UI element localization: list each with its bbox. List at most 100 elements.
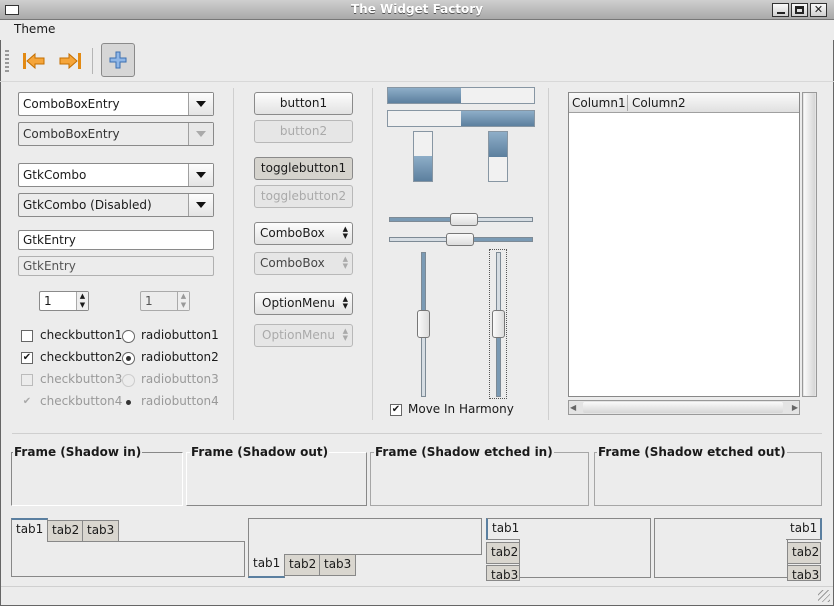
progress-v2-fill bbox=[489, 132, 507, 157]
combo-entry-1-arrow[interactable] bbox=[188, 93, 213, 115]
button1[interactable]: button1 bbox=[254, 92, 353, 115]
minimize-button[interactable] bbox=[772, 3, 789, 17]
notebook-right-tab1[interactable]: tab1 bbox=[786, 518, 822, 540]
checkbutton1[interactable] bbox=[21, 330, 33, 342]
toolbar-separator bbox=[92, 48, 93, 74]
notebook-left-tab2[interactable]: tab2 bbox=[486, 542, 520, 564]
notebook-top-tab1[interactable]: tab1 bbox=[11, 518, 49, 542]
toolbar-grip[interactable] bbox=[5, 50, 9, 74]
tree-vscroll-thumb[interactable] bbox=[804, 93, 815, 396]
optionmenu-2: OptionMenu ▲ ▼ bbox=[254, 324, 353, 347]
frame-shadow-etched-out bbox=[594, 452, 822, 506]
combo-entry-1[interactable]: ComboBoxEntry bbox=[18, 92, 214, 116]
vscale-1-slider[interactable] bbox=[417, 310, 430, 338]
chevron-down-icon bbox=[196, 101, 206, 107]
progress-h1-fill bbox=[388, 88, 461, 103]
combobox-1[interactable]: ComboBox ▲ ▼ bbox=[254, 222, 353, 245]
notebook-right-tab3[interactable]: tab3 bbox=[787, 565, 821, 581]
notebook-left-pane bbox=[519, 518, 651, 578]
optionmenu-1[interactable]: OptionMenu ▲ ▼ bbox=[254, 292, 353, 315]
scroll-left-icon[interactable]: ◀ bbox=[570, 403, 576, 412]
checkbutton2[interactable]: ✔ bbox=[21, 352, 33, 364]
combo-entry-2: ComboBoxEntry bbox=[18, 122, 214, 146]
checkbutton3-label: checkbutton3 bbox=[40, 372, 123, 386]
tree-vscrollbar[interactable] bbox=[802, 92, 817, 397]
gtkcombo-1-arrow[interactable] bbox=[188, 164, 213, 186]
tree-hscrollbar[interactable]: ◀ ▶ bbox=[568, 400, 800, 415]
notebook-bottom-pane bbox=[248, 518, 482, 555]
radiobutton3 bbox=[122, 374, 135, 387]
notebook-right-tab2[interactable]: tab2 bbox=[787, 542, 821, 564]
progress-bar-h2 bbox=[387, 110, 535, 127]
progress-bar-v1 bbox=[413, 131, 433, 182]
notebook-bottom-tab3[interactable]: tab3 bbox=[319, 554, 357, 576]
optionmenu-1-label[interactable]: OptionMenu bbox=[262, 296, 335, 310]
spin-2-value: 1 bbox=[145, 294, 153, 308]
checkbutton1-label[interactable]: checkbutton1 bbox=[40, 328, 122, 342]
notebook-top-tab3[interactable]: tab3 bbox=[82, 520, 120, 542]
column-separator-2 bbox=[372, 88, 373, 420]
checkbutton2-label[interactable]: checkbutton2 bbox=[40, 350, 122, 364]
radiobutton1[interactable] bbox=[122, 330, 135, 343]
resize-grip-icon[interactable] bbox=[818, 590, 830, 602]
frame-shadow-etched-in bbox=[370, 452, 589, 506]
frame-shadow-in bbox=[11, 452, 183, 506]
radiobutton2[interactable] bbox=[122, 352, 135, 365]
gtkcombo-1[interactable]: GtkCombo bbox=[18, 163, 214, 187]
maximize-button[interactable] bbox=[791, 3, 808, 17]
column-separator-3 bbox=[548, 88, 549, 420]
move-in-harmony-label[interactable]: Move In Harmony bbox=[408, 402, 514, 416]
add-button[interactable] bbox=[101, 43, 135, 77]
tree-view[interactable] bbox=[568, 92, 800, 397]
move-in-harmony-check[interactable]: ✔ bbox=[390, 404, 402, 416]
hscale-2-slider[interactable] bbox=[446, 233, 474, 246]
spin-button-1[interactable]: 1 ▲ ▼ bbox=[39, 291, 89, 311]
chevron-down-icon bbox=[196, 202, 206, 208]
radiobutton2-label[interactable]: radiobutton2 bbox=[141, 350, 219, 364]
radiobutton1-label[interactable]: radiobutton1 bbox=[141, 328, 219, 342]
spin-button-2: 1 ▲ ▼ bbox=[140, 291, 190, 311]
gtkcombo-1-text[interactable]: GtkCombo bbox=[23, 168, 86, 182]
notebook-top-tab2[interactable]: tab2 bbox=[47, 520, 85, 542]
scroll-right-icon[interactable]: ▶ bbox=[792, 403, 798, 412]
maximize-icon bbox=[795, 6, 804, 14]
forward-button[interactable] bbox=[54, 45, 86, 77]
checkbutton4-label: checkbutton4 bbox=[40, 394, 123, 408]
togglebutton1[interactable]: togglebutton1 bbox=[254, 157, 353, 180]
checkbutton4: ✔ bbox=[21, 396, 33, 408]
tree-column1-header[interactable]: Column1 bbox=[572, 96, 626, 110]
radiobutton3-label: radiobutton3 bbox=[141, 372, 219, 386]
window-title: The Widget Factory bbox=[350, 2, 484, 16]
back-button[interactable] bbox=[18, 45, 50, 77]
notebook-left-tab3[interactable]: tab3 bbox=[486, 565, 520, 581]
spin-1-value[interactable]: 1 bbox=[44, 294, 52, 308]
menu-theme[interactable]: Theme bbox=[14, 22, 55, 36]
frame-shadow-in-label: Frame (Shadow in) bbox=[13, 445, 143, 459]
spin-1-arrows[interactable]: ▲ ▼ bbox=[76, 292, 88, 310]
spin-2-arrows: ▲ ▼ bbox=[177, 292, 189, 310]
column-separator-1 bbox=[233, 88, 234, 420]
frame-shadow-etched-out-label: Frame (Shadow etched out) bbox=[597, 445, 787, 459]
progress-v1-fill bbox=[414, 156, 432, 181]
progress-bar-v2 bbox=[488, 131, 508, 182]
tree-column2-header[interactable]: Column2 bbox=[632, 96, 686, 110]
combo-entry-2-arrow bbox=[188, 123, 213, 145]
notebook-bottom-tab2[interactable]: tab2 bbox=[284, 554, 322, 576]
notebook-left-tab1[interactable]: tab1 bbox=[486, 518, 520, 540]
combo-entry-1-text[interactable]: ComboBoxEntry bbox=[23, 97, 120, 111]
hscale-1-slider[interactable] bbox=[450, 213, 478, 226]
vscale-2-slider[interactable] bbox=[492, 310, 505, 338]
chevron-down-icon bbox=[196, 131, 206, 137]
checkbutton3 bbox=[21, 374, 33, 386]
close-button[interactable]: ✕ bbox=[810, 3, 827, 17]
combobox-1-label[interactable]: ComboBox bbox=[260, 226, 325, 240]
tree-column-divider bbox=[627, 95, 628, 111]
gtk-entry[interactable]: GtkEntry bbox=[18, 230, 214, 250]
tree-hscroll-thumb[interactable] bbox=[583, 402, 783, 413]
combo-entry-2-text: ComboBoxEntry bbox=[23, 127, 120, 141]
hscale-1-fill bbox=[390, 218, 450, 221]
status-bar bbox=[1, 586, 833, 605]
section-separator bbox=[12, 433, 822, 434]
updown-arrows-icon: ▲ ▼ bbox=[342, 225, 348, 240]
notebook-bottom-tab1[interactable]: tab1 bbox=[248, 554, 286, 578]
